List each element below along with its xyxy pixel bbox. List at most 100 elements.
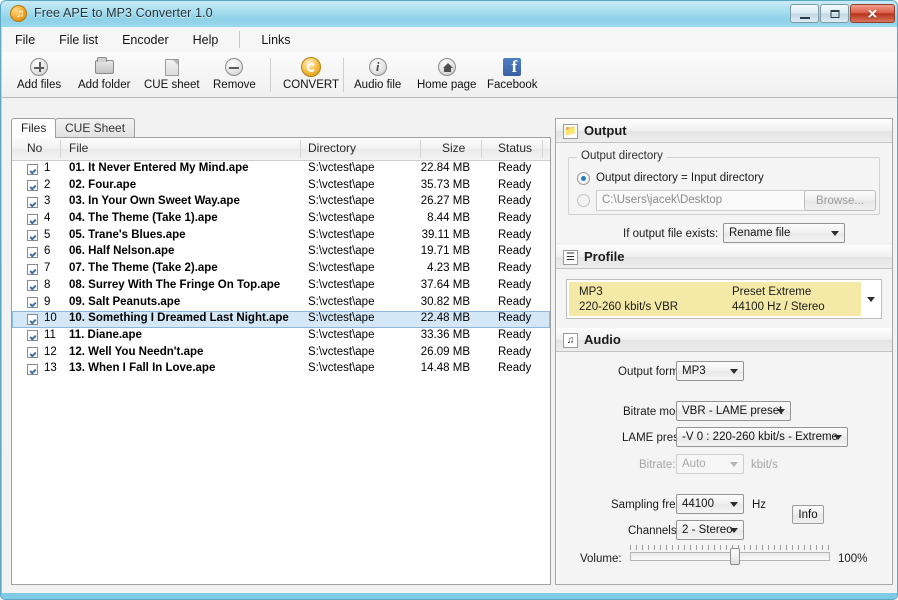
table-row[interactable]: 11 11. Diane.ape S:\vctest\ape 33.36 MB Read… — [12, 328, 550, 345]
table-row[interactable]: 5 05. Trane's Blues.ape S:\vctest\ape 39.11… — [12, 228, 550, 245]
menu-item-help[interactable]: Help — [182, 30, 230, 50]
close-button[interactable]: ✕ — [850, 4, 895, 23]
list-icon: ☰ — [563, 250, 578, 265]
table-row[interactable]: 10 10. Something I Dreamed Last Night.ape… — [12, 311, 550, 328]
facebook-button[interactable]: Facebook — [487, 54, 538, 95]
menu-item-file-list[interactable]: File list — [48, 30, 109, 50]
cell-no: 5 — [44, 228, 51, 241]
row-checkbox[interactable] — [27, 363, 38, 375]
info-button[interactable]: Info — [792, 505, 824, 524]
audio-file-label: Audio file — [354, 79, 402, 91]
cell-file: 08. Surrey With The Fringe On Top.ape — [69, 278, 281, 291]
convert-button[interactable]: CONVERT — [283, 54, 339, 95]
tab-cue-sheet[interactable]: CUE Sheet — [55, 118, 136, 138]
row-checkbox[interactable] — [27, 163, 38, 175]
cell-size: 39.11 MB — [421, 228, 470, 241]
channels-select[interactable]: 2 - Stereo — [676, 520, 744, 540]
row-checkbox[interactable] — [27, 313, 38, 325]
menu-item-links[interactable]: Links — [250, 30, 301, 50]
if-output-exists-select[interactable]: Rename file — [723, 223, 845, 243]
table-row[interactable]: 3 03. In Your Own Sweet Way.ape S:\vctest\… — [12, 194, 550, 211]
profile-preset-detail: 44100 Hz / Stereo — [732, 301, 825, 313]
table-row[interactable]: 8 08. Surrey With The Fringe On Top.ape S:… — [12, 278, 550, 295]
volume-value: 100% — [838, 553, 868, 565]
browse-button[interactable]: Browse... — [804, 190, 876, 211]
window-controls: ✕ — [790, 4, 895, 23]
cue-sheet-label: CUE sheet — [144, 79, 200, 91]
bitrate-select: Auto — [676, 454, 744, 474]
profile-header-label: Profile — [584, 249, 625, 264]
table-row[interactable]: 6 06. Half Nelson.ape S:\vctest\ape 19.71 M… — [12, 244, 550, 261]
cell-file: 05. Trane's Blues.ape — [69, 228, 186, 241]
cell-status: Ready — [498, 178, 532, 191]
cell-no: 7 — [44, 262, 51, 275]
cell-status: Ready — [498, 312, 532, 325]
cell-directory: S:\vctest\ape — [308, 362, 375, 375]
table-row[interactable]: 1 01. It Never Entered My Mind.ape S:\vcte… — [12, 161, 550, 178]
column-header-status[interactable]: Status — [498, 141, 532, 155]
audio-file-button[interactable]: i Audio file — [354, 54, 401, 95]
cell-size: 8.44 MB — [427, 212, 470, 225]
bitrate-value: Auto — [682, 458, 706, 470]
cell-size: 22.48 MB — [420, 312, 470, 325]
profile-selector[interactable]: MP3 220-260 kbit/s VBR Preset Extreme 44… — [566, 279, 882, 319]
cell-no: 13 — [44, 362, 57, 375]
chevron-down-icon — [831, 231, 839, 236]
output-format-value: MP3 — [682, 365, 706, 377]
radio-custom-directory[interactable] — [577, 194, 590, 207]
row-checkbox[interactable] — [27, 246, 38, 258]
table-row[interactable]: 4 04. The Theme (Take 1).ape S:\vctest\ape… — [12, 211, 550, 228]
column-header-no[interactable]: No — [27, 141, 42, 155]
cell-file: 10. Something I Dreamed Last Night.ape — [69, 312, 289, 325]
volume-slider-thumb[interactable] — [730, 548, 740, 565]
profile-section-header[interactable]: ☰ Profile — [556, 245, 892, 269]
table-row[interactable]: 9 09. Salt Peanuts.ape S:\vctest\ape 30.82 … — [12, 295, 550, 312]
volume-slider[interactable] — [630, 545, 830, 565]
chevron-down-icon[interactable] — [867, 297, 875, 302]
audio-section-header[interactable]: ♫ Audio — [556, 328, 892, 352]
table-row[interactable]: 7 07. The Theme (Take 2).ape S:\vctest\ape… — [12, 261, 550, 278]
cell-size: 30.82 MB — [420, 295, 470, 308]
minimize-button[interactable] — [790, 4, 819, 23]
cell-size: 22.84 MB — [420, 162, 470, 174]
table-row[interactable]: 2 02. Four.ape S:\vctest\ape 35.73 MB Ready — [12, 178, 550, 195]
maximize-button[interactable] — [820, 4, 849, 23]
row-checkbox[interactable] — [27, 230, 38, 242]
row-checkbox[interactable] — [27, 330, 38, 342]
row-checkbox[interactable] — [27, 297, 38, 308]
maximize-icon — [830, 9, 839, 18]
table-row[interactable]: 13 13. When I Fall In Love.ape S:\vctest\a… — [12, 361, 550, 378]
cue-sheet-button[interactable]: CUE sheet — [144, 54, 200, 95]
output-format-select[interactable]: MP3 — [676, 361, 744, 381]
row-checkbox[interactable] — [27, 263, 38, 275]
column-header-size[interactable]: Size — [442, 141, 465, 155]
music-note-icon: ♫ — [563, 333, 578, 348]
folder-icon: 📁 — [563, 124, 578, 139]
column-header-file[interactable]: File — [69, 141, 88, 155]
home-page-button[interactable]: Home page — [417, 54, 476, 95]
menu-item-encoder[interactable]: Encoder — [111, 30, 180, 50]
row-checkbox[interactable] — [27, 196, 38, 208]
menu-item-file[interactable]: File — [4, 30, 46, 50]
row-checkbox[interactable] — [27, 180, 38, 192]
cell-size: 26.09 MB — [420, 345, 470, 358]
bitrate-mode-select[interactable]: VBR - LAME preset — [676, 401, 791, 421]
remove-label: Remove — [213, 79, 256, 91]
remove-button[interactable]: Remove — [213, 54, 256, 95]
output-section-header[interactable]: 📁 Output — [556, 119, 892, 143]
row-checkbox[interactable] — [27, 213, 38, 225]
lame-preset-select[interactable]: -V 0 : 220-260 kbit/s - Extreme — [676, 427, 848, 447]
add-files-button[interactable]: Add files — [17, 54, 61, 95]
file-list[interactable]: No File Directory Size Status 1 01. It Ne… — [11, 137, 551, 585]
row-checkbox[interactable] — [27, 280, 38, 292]
row-checkbox[interactable] — [27, 347, 38, 359]
sampling-freq-select[interactable]: 44100 — [676, 494, 744, 514]
cell-no: 4 — [44, 212, 51, 225]
add-folder-button[interactable]: Add folder — [78, 54, 130, 95]
tab-files[interactable]: Files — [11, 118, 57, 138]
radio-output-equals-input[interactable] — [577, 172, 590, 185]
cell-file: 09. Salt Peanuts.ape — [69, 295, 181, 308]
table-row[interactable]: 12 12. Well You Needn't.ape S:\vctest\ape 2… — [12, 345, 550, 362]
column-header-directory[interactable]: Directory — [308, 141, 356, 155]
chevron-down-icon — [730, 369, 738, 374]
